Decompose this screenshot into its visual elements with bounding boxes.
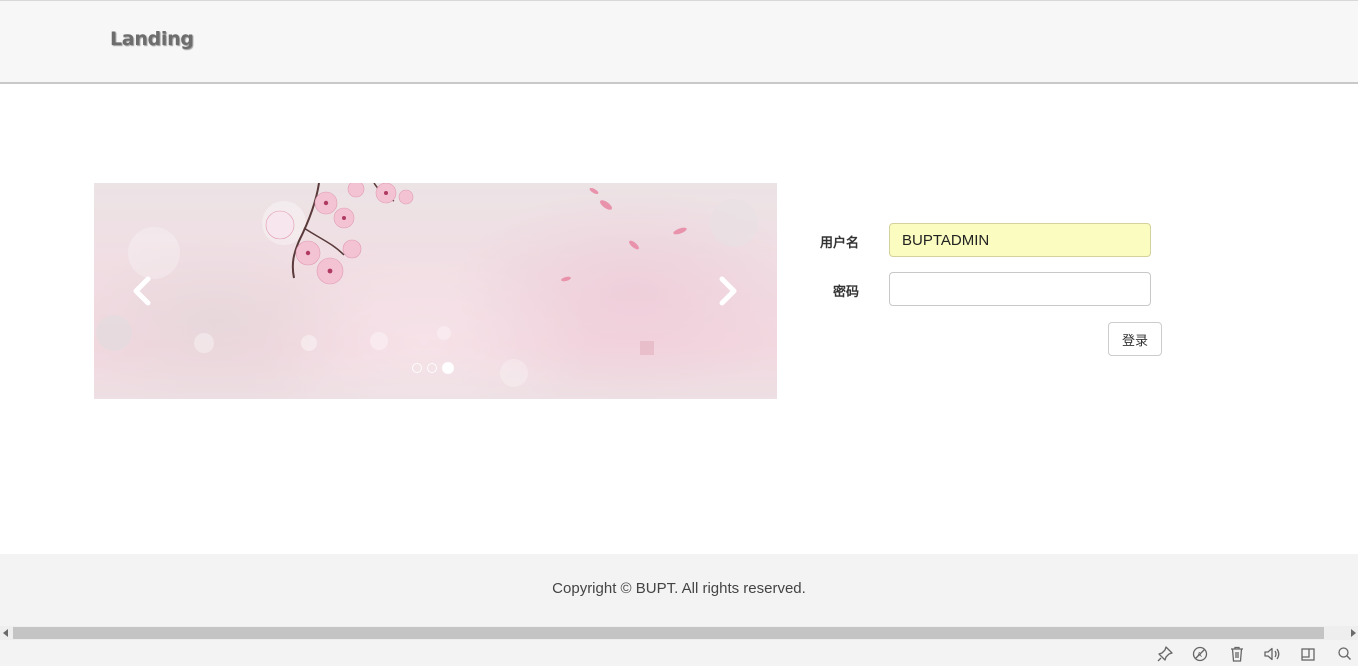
horizontal-scrollbar[interactable] — [0, 626, 1358, 640]
browser-status-bar: A — [0, 640, 1358, 666]
username-label: 用户名 — [819, 235, 859, 250]
landing-page: Landing 用户名 BUPTADMIN 密码 登录 Copyright © … — [0, 0, 1358, 666]
scroll-right-icon[interactable] — [1349, 629, 1357, 637]
chevron-right-icon — [719, 276, 737, 306]
speaker-icon[interactable] — [1263, 645, 1281, 663]
trash-icon[interactable] — [1228, 645, 1246, 663]
username-input[interactable] — [889, 223, 1151, 257]
carousel-prev-button[interactable] — [124, 271, 164, 311]
carousel-indicator-2[interactable] — [427, 363, 437, 373]
image-carousel — [94, 183, 777, 399]
brand-logo-text[interactable]: Landing — [110, 28, 194, 50]
carousel-indicators — [412, 362, 454, 374]
svg-text:A: A — [1197, 651, 1202, 659]
carousel-indicator-1[interactable] — [412, 363, 422, 373]
scroll-left-icon[interactable] — [2, 629, 10, 637]
copyright-text: Copyright © BUPT. All rights reserved. — [552, 580, 806, 597]
page-footer: Copyright © BUPT. All rights reserved. — [0, 554, 1358, 626]
carousel-indicator-3[interactable] — [442, 362, 454, 374]
no-ads-icon[interactable]: A — [1191, 645, 1209, 663]
password-input[interactable] — [889, 272, 1151, 306]
login-button[interactable]: 登录 — [1108, 322, 1162, 356]
search-icon[interactable] — [1336, 645, 1354, 663]
chevron-left-icon — [133, 276, 151, 306]
pin-icon[interactable] — [1156, 645, 1174, 663]
scrollbar-thumb[interactable] — [13, 627, 1324, 639]
carousel-next-button[interactable] — [706, 271, 746, 311]
password-label: 密码 — [832, 284, 859, 299]
top-navbar: Landing — [0, 0, 1358, 84]
window-icon[interactable] — [1299, 645, 1317, 663]
